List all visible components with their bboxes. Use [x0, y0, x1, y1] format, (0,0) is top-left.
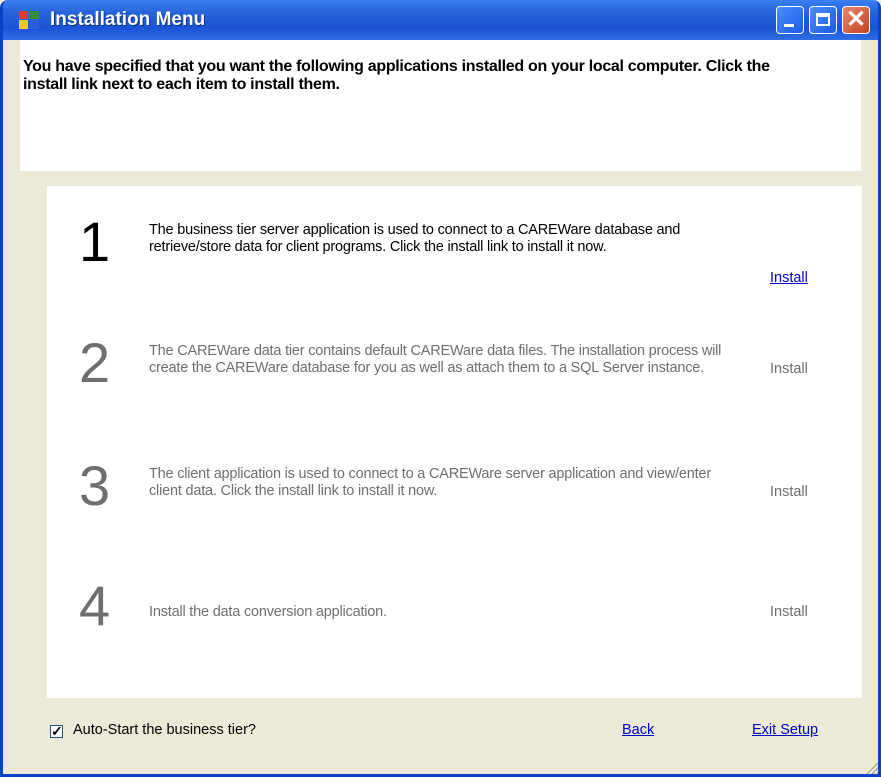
autostart-checkbox[interactable]: ✓ — [50, 723, 63, 739]
install-client-application-link[interactable]: Install — [770, 484, 808, 500]
install-data-tier-link[interactable]: Install — [770, 361, 808, 377]
step-number: 4 — [79, 574, 111, 637]
checkmark-icon: ✓ — [51, 723, 63, 739]
step-number: 3 — [79, 454, 111, 517]
step-description: The client application is used to connec… — [149, 466, 711, 499]
install-data-conversion-link[interactable]: Install — [770, 604, 808, 620]
installation-window: Installation Menu ✕ You have specified t… — [0, 0, 881, 777]
window-title: Installation Menu — [50, 9, 206, 30]
maximize-button[interactable] — [809, 6, 837, 34]
step-number: 2 — [79, 331, 111, 394]
step-description: The business tier server application is … — [149, 222, 681, 255]
close-button[interactable]: ✕ — [842, 6, 870, 34]
step-description: The CAREWare data tier contains default … — [149, 343, 722, 376]
app-icon — [19, 11, 39, 29]
steps-panel: 1 The business tier server application i… — [47, 186, 862, 698]
instructions-text: You have specified that you want the fol… — [23, 58, 770, 93]
minimize-icon — [784, 24, 794, 27]
minimize-button[interactable] — [776, 6, 804, 34]
title-bar[interactable]: Installation Menu ✕ — [3, 0, 878, 40]
resize-grip-icon[interactable] — [863, 757, 881, 775]
exit-setup-link[interactable]: Exit Setup — [752, 722, 818, 738]
back-link[interactable]: Back — [622, 722, 654, 738]
close-icon: ✕ — [845, 6, 867, 33]
maximize-icon — [816, 13, 830, 26]
autostart-label[interactable]: Auto-Start the business tier? — [73, 722, 256, 738]
step-description: Install the data conversion application. — [149, 604, 387, 620]
install-business-tier-link[interactable]: Install — [770, 270, 808, 286]
footer: ✓ Auto-Start the business tier? Back Exi… — [3, 698, 878, 774]
step-number: 1 — [79, 210, 111, 273]
